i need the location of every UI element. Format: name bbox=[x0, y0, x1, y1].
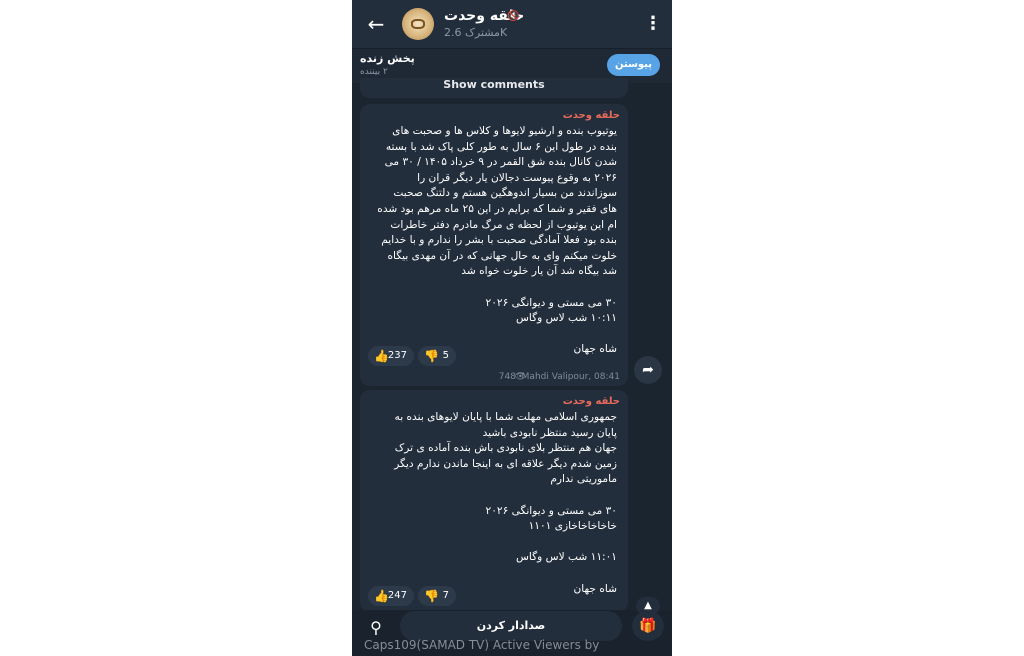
view-count: 748 bbox=[498, 372, 516, 382]
speaker-muted-icon: 🔇 bbox=[507, 11, 520, 22]
search-icon[interactable]: ⚲ bbox=[364, 616, 388, 640]
channel-avatar[interactable] bbox=[402, 8, 434, 40]
message-bubble[interactable]: حلقه وحدت جمهوری اسلامی مهلت شما با پایا… bbox=[360, 390, 628, 612]
subscriber-count: مشترک 2.6K bbox=[444, 26, 508, 39]
dislike-reaction[interactable]: 👎 7 bbox=[418, 586, 456, 606]
like-count: 247 bbox=[387, 590, 407, 601]
like-reaction[interactable]: 👍 247 bbox=[368, 586, 414, 606]
arrow-left-icon[interactable]: ← bbox=[364, 12, 388, 36]
unmute-button[interactable]: صدادار کردن bbox=[400, 611, 622, 641]
show-comments-button[interactable]: Show comments bbox=[360, 78, 628, 98]
message-author: حلقه وحدت bbox=[562, 110, 620, 121]
thumbs-down-icon: 👎 bbox=[424, 349, 439, 363]
message-bubble[interactable]: حلقه وحدت یوتیوب بنده و ارشیو لایوها و ک… bbox=[360, 104, 628, 386]
dislike-count: 7 bbox=[442, 590, 449, 601]
thumbs-up-icon: 👍 bbox=[374, 349, 389, 363]
like-reaction[interactable]: 👍 237 bbox=[368, 346, 414, 366]
dislike-count: 5 bbox=[442, 350, 449, 361]
message-signature: Mahdi Valipour, 08:41 bbox=[521, 372, 620, 382]
message-text: جمهوری اسلامی مهلت شما با پایان لایوهای … bbox=[394, 411, 617, 595]
like-count: 237 bbox=[387, 350, 407, 361]
gift-icon[interactable]: 🎁 bbox=[632, 611, 664, 641]
more-vertical-icon[interactable]: ⋮ bbox=[644, 14, 662, 34]
chat-header: ← حلقه وحدت 🔇 مشترک 2.6K ⋮ bbox=[352, 0, 672, 48]
live-viewers: ۲ بیننده bbox=[360, 67, 388, 77]
live-title: پخش زنده bbox=[360, 52, 415, 65]
join-live-button[interactable]: پیوستن bbox=[607, 54, 660, 76]
thumbs-down-icon: 👎 bbox=[424, 589, 439, 603]
message-meta: 748 Mahdi Valipour, 08:41 bbox=[499, 372, 620, 382]
thumbs-up-icon: 👍 bbox=[374, 589, 389, 603]
watermark-text: Caps109(SAMAD TV) Active Viewers by bbox=[364, 638, 600, 652]
dislike-reaction[interactable]: 👎 5 bbox=[418, 346, 456, 366]
message-author: حلقه وحدت bbox=[562, 396, 620, 407]
telegram-phone-screen: ← حلقه وحدت 🔇 مشترک 2.6K ⋮ پخش زنده ۲ بی… bbox=[352, 0, 672, 656]
message-text: یوتیوب بنده و ارشیو لایوها و کلاس ها و ص… bbox=[377, 125, 617, 356]
share-icon[interactable]: ➦ bbox=[634, 356, 662, 384]
